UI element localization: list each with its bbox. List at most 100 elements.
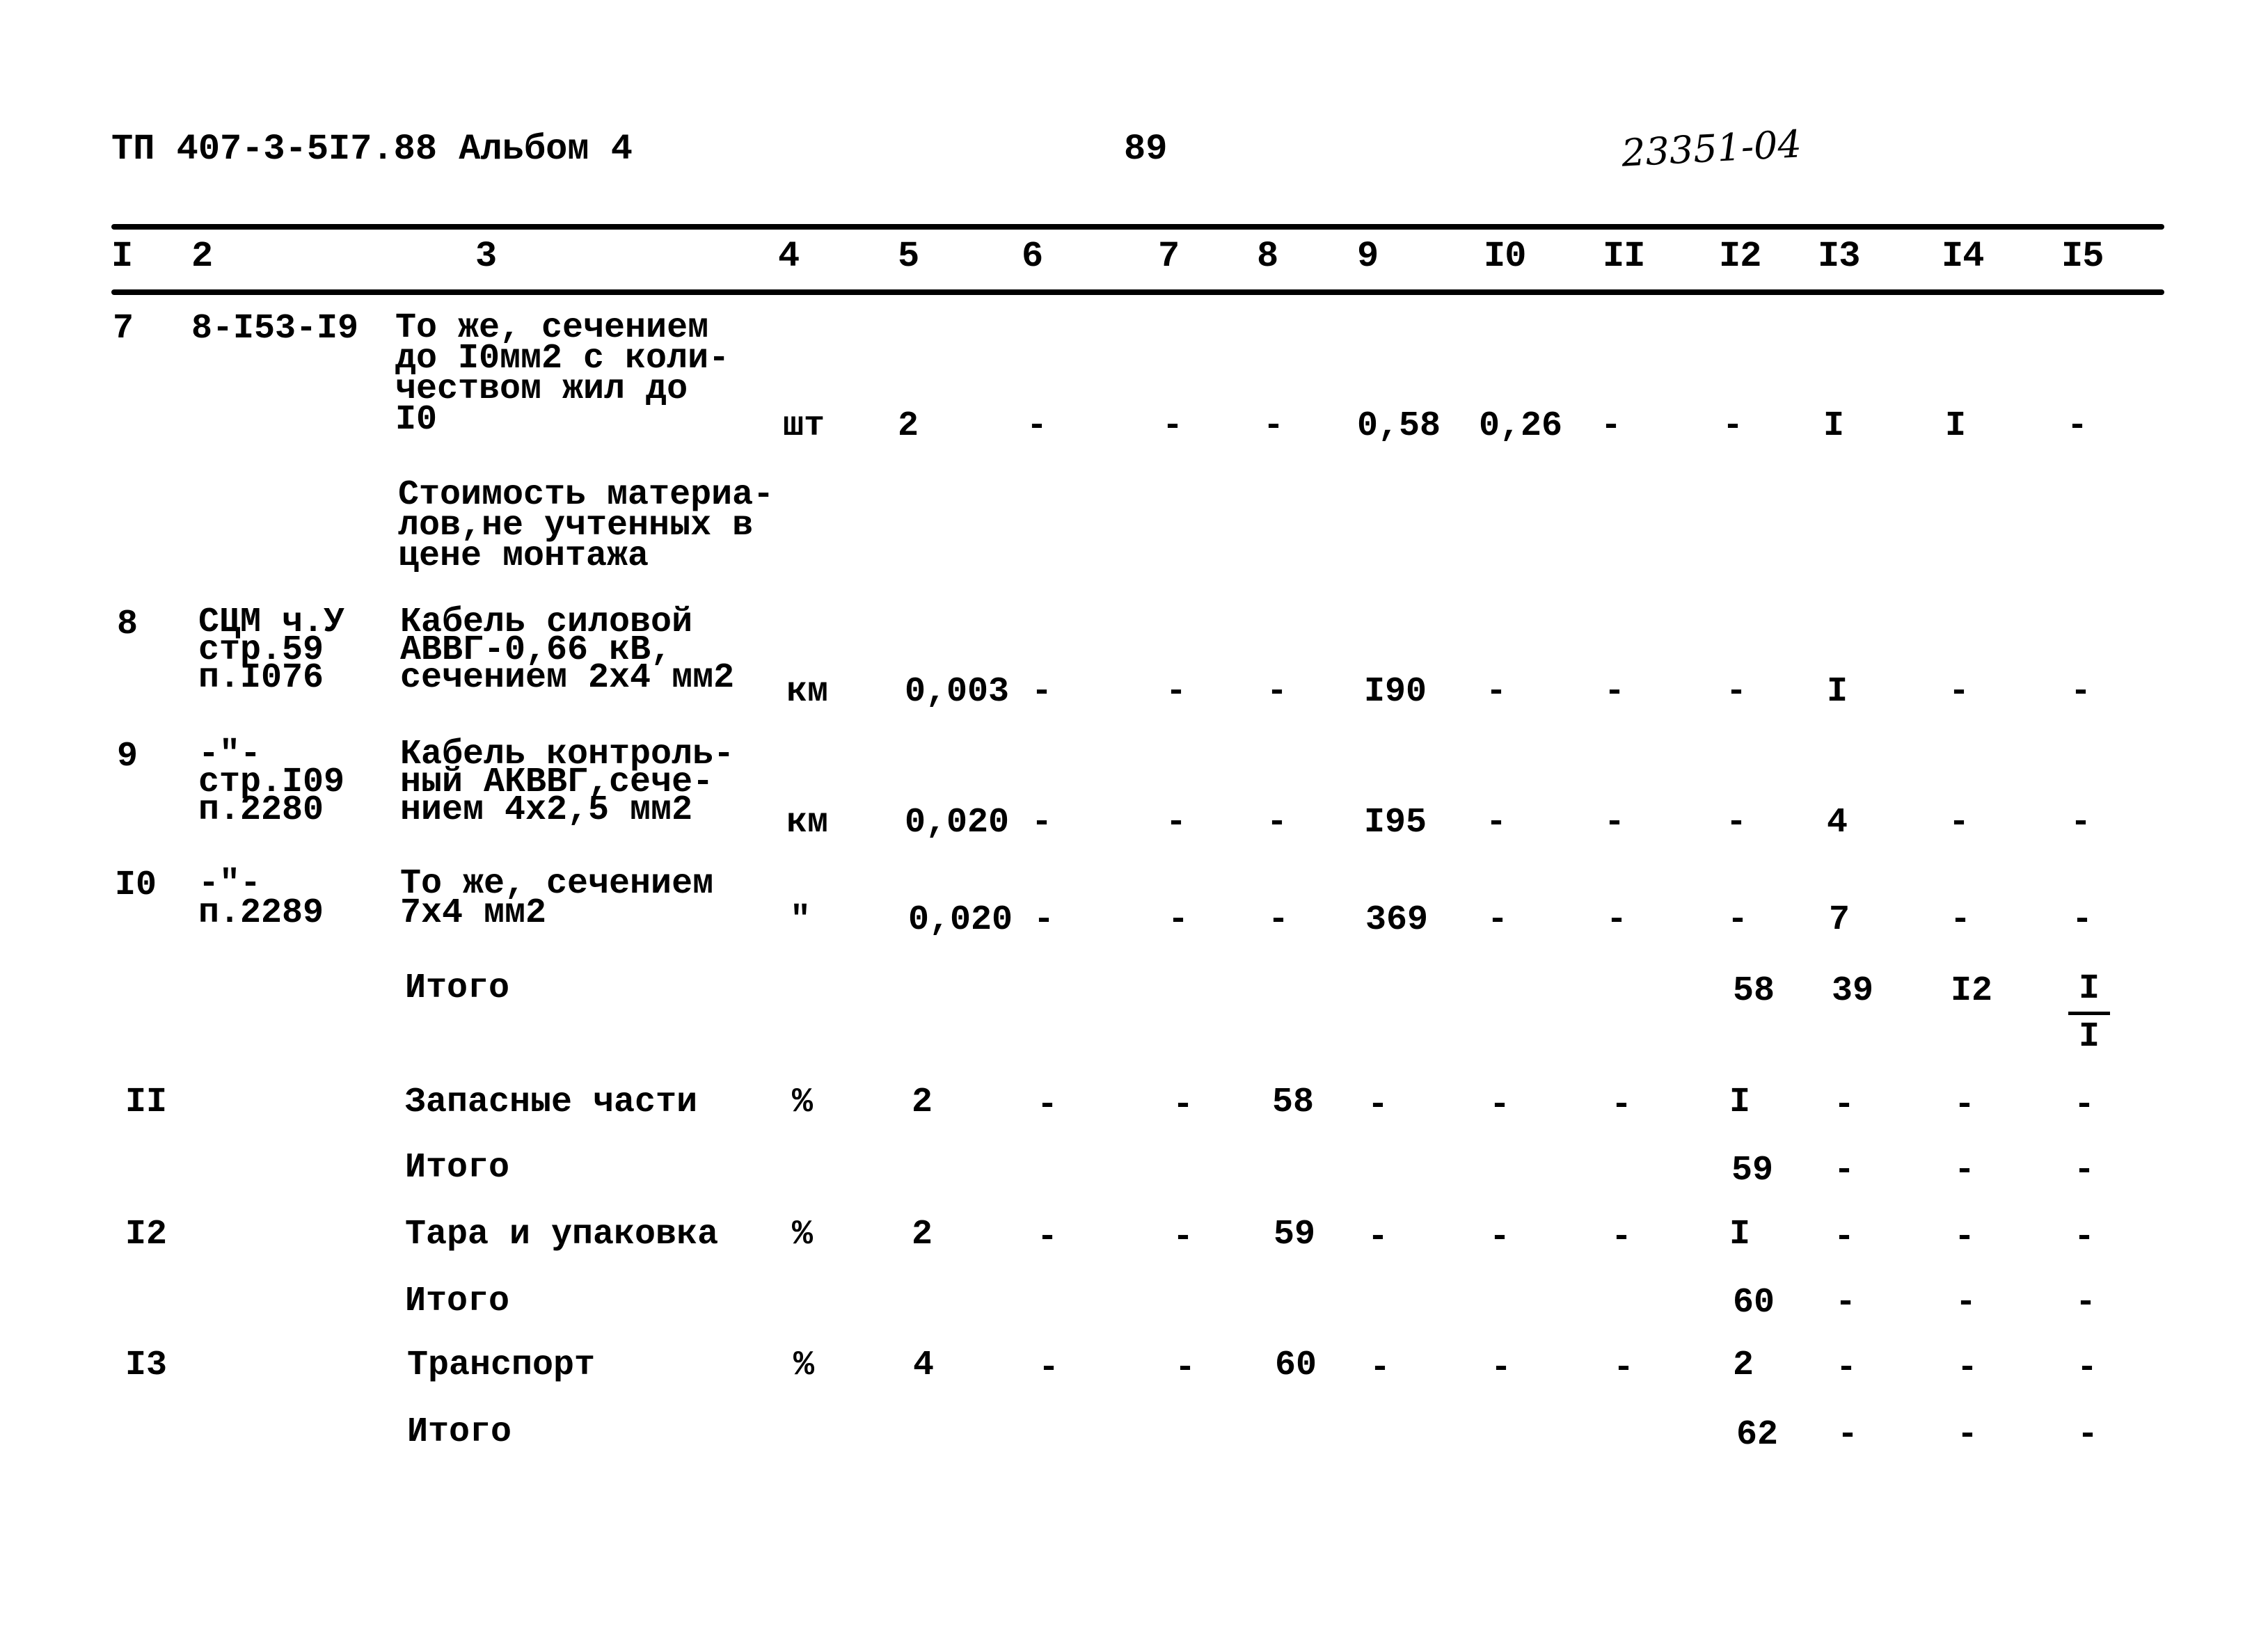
row-c12: 62 <box>1736 1415 1779 1455</box>
row-c7: - <box>1175 1348 1196 1388</box>
row-c5: 2 <box>912 1083 933 1122</box>
col-header: 5 <box>898 236 919 277</box>
row-c13: 7 <box>1829 900 1850 940</box>
row-description: То же, сечением 7х4 мм2 <box>400 864 714 933</box>
row-c15-fraction: I I <box>2068 967 2110 1060</box>
row-c13: 4 <box>1827 803 1848 843</box>
row-c8: - <box>1267 672 1288 712</box>
row-c10: - <box>1487 900 1509 940</box>
col-header: II <box>1603 236 1645 277</box>
row-description: Транспорт <box>407 1346 596 1385</box>
row-c9: 369 <box>1365 900 1429 940</box>
row-description: Кабель силовой АВВГ-0,66 кВ, сечением 2х… <box>400 603 735 698</box>
row-c11: - <box>1604 672 1626 712</box>
col-header: 9 <box>1357 236 1379 277</box>
row-c7: - <box>1168 900 1189 940</box>
col-header: I5 <box>2061 236 2104 277</box>
row-c13: - <box>1834 1151 1855 1190</box>
row-reference: -"- п.2289 <box>198 864 324 933</box>
row-c13: - <box>1837 1415 1859 1455</box>
page-number: 89 <box>1124 129 1168 170</box>
row-reference: СЦМ ч.У стр.59 п.I076 <box>198 603 345 698</box>
row-number: I2 <box>125 1215 168 1254</box>
row-c15: - <box>2070 672 2092 712</box>
row-c9: - <box>1367 1218 1389 1257</box>
row-number: 8 <box>117 605 138 644</box>
col-header: 6 <box>1022 236 1043 277</box>
row-c6: - <box>1026 406 1048 446</box>
row-c6: - <box>1037 1085 1058 1125</box>
row-number: I3 <box>125 1346 168 1385</box>
row-c9: I95 <box>1364 803 1427 843</box>
row-description: Тара и упаковка <box>405 1215 719 1254</box>
row-c12: I <box>1729 1215 1751 1254</box>
row-c5: 4 <box>913 1346 935 1385</box>
row-c6: - <box>1031 672 1053 712</box>
row-c11: - <box>1611 1085 1633 1125</box>
row-c10: 0,26 <box>1479 406 1563 446</box>
row-c14: - <box>1957 1415 1978 1455</box>
col-header: I3 <box>1818 236 1860 277</box>
row-unit: % <box>792 1083 814 1122</box>
row-c7: - <box>1166 672 1187 712</box>
row-c11: - <box>1601 406 1622 446</box>
row-c14: - <box>1957 1348 1978 1388</box>
row-unit: км <box>786 803 829 843</box>
row-c10: - <box>1486 803 1507 843</box>
row-c12: 59 <box>1731 1151 1774 1190</box>
row-c15: - <box>2074 1218 2095 1257</box>
col-header: 3 <box>475 236 497 277</box>
row-c9: I90 <box>1364 672 1427 712</box>
row-c13: 39 <box>1832 971 1874 1011</box>
row-c13: - <box>1835 1283 1857 1323</box>
subtotal-label: Итого <box>407 1412 512 1452</box>
col-header: 4 <box>778 236 800 277</box>
row-c5: 2 <box>912 1215 933 1254</box>
col-header: 8 <box>1257 236 1278 277</box>
row-c12: I <box>1729 1083 1751 1122</box>
row-reference: 8-I53-I9 <box>191 309 359 349</box>
row-c11: - <box>1604 803 1626 843</box>
row-description: Кабель контроль- ный АКВВГ,сече- нием 4х… <box>400 735 735 830</box>
row-unit: % <box>793 1346 815 1385</box>
row-c8: 60 <box>1275 1346 1317 1385</box>
document-page: ТП 407-3-5I7.88 Альбом 4 89 23351-04 I 2… <box>0 0 2268 1651</box>
row-c15: - <box>2070 803 2092 843</box>
row-c15: - <box>2074 1085 2095 1125</box>
row-c7: - <box>1173 1218 1194 1257</box>
row-c12: 58 <box>1733 971 1775 1011</box>
row-c12: - <box>1722 406 1744 446</box>
row-c12: - <box>1726 803 1747 843</box>
row-c5: 0,020 <box>905 803 1010 843</box>
row-c5: 0,020 <box>908 900 1013 940</box>
row-unit: шт <box>783 406 825 446</box>
row-c12: 2 <box>1733 1346 1754 1385</box>
row-c14: - <box>1954 1085 1976 1125</box>
subtotal-label: Итого <box>405 1148 510 1188</box>
row-c8: - <box>1263 406 1285 446</box>
row-description: То же, сечением до I0мм2 с коли- чеством… <box>395 308 730 440</box>
row-c14: - <box>1949 672 1970 712</box>
header-rule-top <box>111 224 2164 230</box>
row-c6: - <box>1031 803 1053 843</box>
col-header: I <box>111 236 133 277</box>
subtotal-label: Итого <box>405 1282 510 1321</box>
row-c8: 58 <box>1272 1083 1315 1122</box>
row-c14: - <box>1954 1218 1976 1257</box>
row-c15: - <box>2067 406 2088 446</box>
row-c13: I <box>1823 406 1845 446</box>
document-title: ТП 407-3-5I7.88 Альбом 4 <box>111 129 633 170</box>
col-header: I2 <box>1719 236 1761 277</box>
row-number: I0 <box>115 866 157 905</box>
row-c14: - <box>1956 1283 1977 1323</box>
row-c14: - <box>1954 1151 1976 1190</box>
row-c12: - <box>1727 900 1749 940</box>
row-c7: - <box>1162 406 1184 446</box>
row-c14: I <box>1945 406 1967 446</box>
handwritten-stamp: 23351-04 <box>1620 122 1803 175</box>
row-c14: - <box>1949 803 1970 843</box>
row-c7: - <box>1173 1085 1194 1125</box>
fraction-denominator: I <box>2078 1017 2100 1057</box>
row-c13: - <box>1834 1085 1855 1125</box>
row-description: Запасные части <box>405 1083 698 1122</box>
